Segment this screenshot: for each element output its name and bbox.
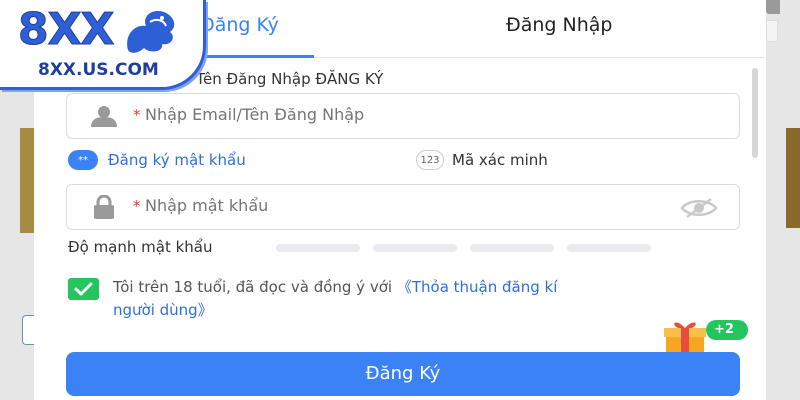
gift-badge: +2 [714,322,734,337]
terms-statement: Tôi trên 18 tuổi, đã đọc và đồng ý với [113,278,393,296]
background-thumbnail [786,128,800,228]
password-strength-label: Độ mạnh mật khẩu [68,238,213,256]
option-verification-code[interactable]: 123 Mã xác minh [416,150,548,170]
background-close-icon [766,0,780,14]
logo-brand-text: 8XX [17,4,114,56]
terms-link-continued[interactable]: người dùng》 [113,299,753,322]
dragon-logo-icon [127,10,175,53]
scrollbar[interactable] [752,68,758,158]
strength-segment [567,244,651,252]
brand-logo: 8XX 8XX.US.COM [0,0,206,90]
terms-text: Tôi trên 18 tuổi, đã đọc và đồng ý với 《… [113,276,753,322]
terms-link[interactable]: 《Thỏa thuận đăng kí [397,278,558,296]
username-field[interactable]: * [66,93,740,139]
background-app-right [766,0,800,400]
required-mark: * [133,106,141,124]
option-password-label: Đăng ký mật khẩu [108,151,246,169]
code-option-icon: 123 [416,150,444,170]
register-submit-button[interactable]: Đăng Ký [66,352,740,396]
tab-register[interactable]: Đăng Ký [200,14,279,36]
option-code-label: Mã xác minh [452,151,548,169]
tab-login[interactable]: Đăng Nhập [506,14,612,36]
logo-site-url: 8XX.US.COM [38,60,159,80]
checkbox-checked-icon[interactable] [68,278,99,300]
username-label: Tên Đăng Nhập ĐĂNG KÝ [196,70,384,88]
password-option-icon: ** [68,150,98,170]
option-password-register[interactable]: ** Đăng ký mật khẩu [68,150,246,170]
background-button [22,315,34,345]
lock-icon [93,194,115,223]
eye-off-icon[interactable] [679,197,719,223]
strength-segment [276,244,360,252]
strength-segment [373,244,457,252]
username-input[interactable] [145,105,705,124]
password-input[interactable] [145,196,705,215]
background-thumbnail [20,128,34,233]
user-icon [89,105,119,131]
required-mark: * [133,197,141,215]
background-panel-edge [766,20,778,42]
password-strength-meter [276,244,651,252]
password-field[interactable]: * [66,184,740,230]
strength-segment [470,244,554,252]
